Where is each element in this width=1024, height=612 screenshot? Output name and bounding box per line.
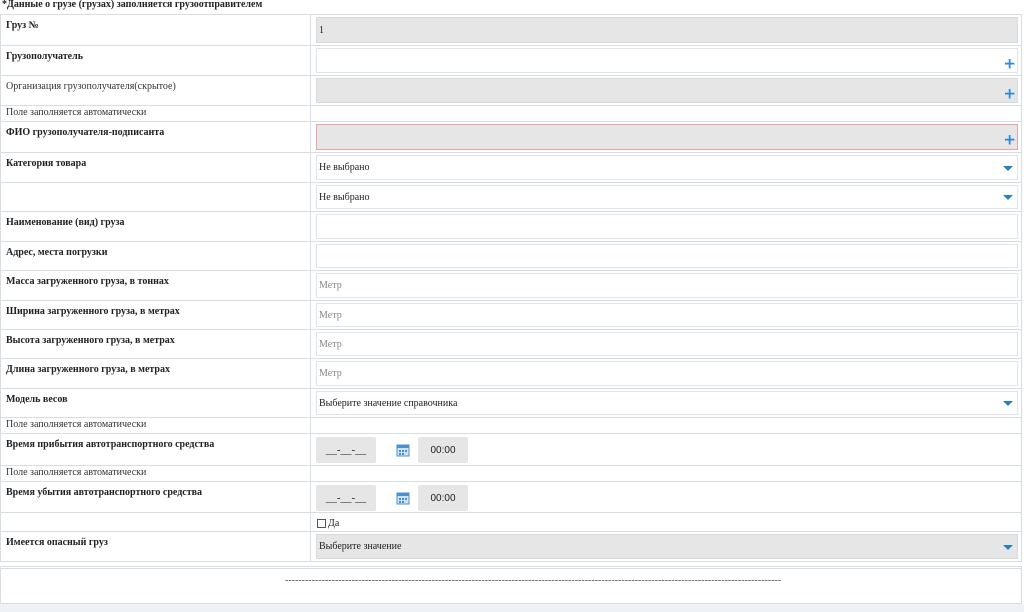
auto-fill-note: Поле заполняется автоматически: [0, 418, 311, 433]
length-label: Длина загруженного груза, в метрах: [0, 359, 311, 388]
category-label: Категория товара: [0, 153, 311, 182]
bottom-strip: [0, 604, 1024, 612]
yes-checkbox[interactable]: Да: [317, 518, 339, 529]
scale-model-select[interactable]: Выберите значение справочника: [316, 391, 1018, 415]
row-dangerous: Имеется опасный груз Выберите значение: [0, 532, 1022, 562]
row-cargo-name: Наименование (вид) груза: [0, 212, 1022, 242]
row-signer: ФИО грузополучателя-подписанта +: [0, 122, 1022, 153]
mass-label: Масса загруженного груза, в тоннах: [0, 271, 311, 300]
row-auto-1: Поле заполняется автоматически: [0, 106, 1022, 122]
height-input[interactable]: Метр: [316, 332, 1018, 356]
cargo-name-input[interactable]: [316, 214, 1018, 239]
cargo-form-table: Груз № 1 Грузополучатель + Организация г…: [0, 14, 1022, 562]
row-mass: Масса загруженного груза, в тоннах Метр: [0, 271, 1022, 301]
dangerous-label: Имеется опасный груз: [0, 532, 311, 561]
arrival-date-input[interactable]: __-__-__: [316, 437, 376, 463]
chevron-down-icon[interactable]: [1003, 401, 1013, 406]
add-consignee-plus-icon[interactable]: +: [1003, 55, 1016, 70]
calendar-icon[interactable]: [391, 437, 415, 463]
chevron-down-icon[interactable]: [1003, 165, 1013, 171]
address-label: Адрес, места погрузки: [0, 242, 311, 270]
consignee-org-field: [316, 78, 1018, 103]
address-input[interactable]: [316, 244, 1018, 268]
scale-model-label: Модель весов: [0, 389, 311, 417]
signer-label: ФИО грузополучателя-подписанта: [0, 122, 311, 152]
consignee-field[interactable]: [316, 48, 1018, 73]
calendar-icon[interactable]: [391, 485, 415, 511]
departure-time-input[interactable]: 00:00: [418, 485, 468, 511]
row-height: Высота загруженного груза, в метрах Метр: [0, 330, 1022, 359]
footer-box: ----------------------------------------…: [0, 566, 1022, 604]
category-select[interactable]: Не выбрано: [316, 155, 1018, 180]
height-label: Высота загруженного груза, в метрах: [0, 330, 311, 358]
signer-field[interactable]: [316, 124, 1018, 150]
row-category: Категория товара Не выбрано: [0, 153, 1022, 183]
mass-input[interactable]: Метр: [316, 273, 1018, 298]
dashed-separator: ----------------------------------------…: [285, 575, 782, 586]
auto-fill-note: Поле заполняется автоматически: [0, 466, 311, 481]
row-auto-3: Поле заполняется автоматически: [0, 466, 1022, 482]
row-scale-model: Модель весов Выберите значение справочни…: [0, 389, 1022, 418]
consignee-org-label: Организация грузополучателя(скрытое): [0, 76, 311, 105]
consignee-label: Грузополучатель: [0, 46, 311, 75]
add-consignee-org-plus-icon[interactable]: +: [1003, 85, 1016, 100]
dangerous-select[interactable]: Выберите значение: [316, 534, 1018, 559]
row-departure: Время убытия автотранспортного средства …: [0, 482, 1022, 513]
chevron-down-icon[interactable]: [1003, 544, 1013, 550]
row-arrival: Время прибытия автотранспортного средств…: [0, 434, 1022, 466]
add-signer-plus-icon[interactable]: +: [1003, 132, 1016, 147]
cargo-no-label: Груз №: [0, 15, 311, 45]
section-header: *Данные о грузе (грузах) заполняется гру…: [2, 0, 263, 10]
cargo-name-label: Наименование (вид) груза: [0, 212, 311, 241]
yes-checkbox-label: Да: [328, 518, 340, 529]
arrival-time-input[interactable]: 00:00: [418, 437, 468, 463]
departure-date-input[interactable]: __-__-__: [316, 485, 376, 511]
auto-fill-note: Поле заполняется автоматически: [0, 106, 311, 121]
row-category-2: Не выбрано: [0, 183, 1022, 212]
row-width: Ширина загруженного груза, в метрах Метр: [0, 301, 1022, 330]
row-yes-checkbox: Да: [0, 513, 1022, 532]
width-label: Ширина загруженного груза, в метрах: [0, 301, 311, 329]
row-address: Адрес, места погрузки: [0, 242, 1022, 271]
cargo-no-field: 1: [316, 17, 1018, 43]
row-cargo-no: Груз № 1: [0, 15, 1022, 46]
chevron-down-icon[interactable]: [1003, 195, 1013, 200]
row-consignee: Грузополучатель +: [0, 46, 1022, 76]
length-input[interactable]: Метр: [316, 361, 1018, 386]
row-consignee-org: Организация грузополучателя(скрытое) +: [0, 76, 1022, 106]
arrival-label: Время прибытия автотранспортного средств…: [0, 434, 311, 465]
departure-label: Время убытия автотранспортного средства: [0, 482, 311, 512]
row-length: Длина загруженного груза, в метрах Метр: [0, 359, 1022, 389]
subcategory-select[interactable]: Не выбрано: [316, 185, 1018, 209]
checkbox-icon[interactable]: [317, 519, 326, 528]
row-auto-2: Поле заполняется автоматически: [0, 418, 1022, 434]
width-input[interactable]: Метр: [316, 303, 1018, 327]
